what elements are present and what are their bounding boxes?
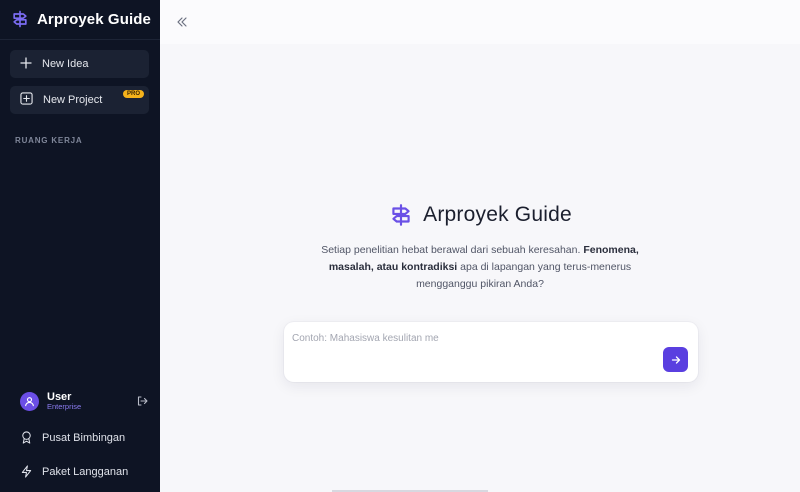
logout-icon[interactable] [136,394,148,406]
sidebar-divider [0,39,160,40]
hero: Arproyek Guide Setiap penelitian hebat b… [160,202,800,293]
hero-title: Arproyek Guide [423,203,572,226]
new-project-label: New Project [43,94,103,106]
plus-square-icon [20,92,33,108]
arrow-right-icon [671,355,680,364]
lightning-icon [20,465,33,478]
plus-icon [20,56,32,72]
send-button[interactable] [663,347,688,372]
sidebar-item-label: Pusat Bimbingan [42,431,126,444]
topbar [160,0,800,44]
hero-description: Setiap penelitian hebat berawal dari seb… [300,242,660,293]
idea-input[interactable] [292,330,652,346]
brand-title: Arproyek Guide [37,10,151,28]
user-profile[interactable]: User Enterprise [20,389,150,413]
new-idea-button[interactable]: New Idea [10,50,149,78]
user-info: User Enterprise [47,391,81,411]
award-icon [20,431,33,444]
idea-input-card [284,322,698,382]
signpost-icon [388,202,414,228]
brand[interactable]: Arproyek Guide [10,9,151,29]
hero-desc-part1: Setiap penelitian hebat berawal dari seb… [321,244,584,256]
avatar [20,391,39,411]
sidebar-item-pusat-bimbingan[interactable]: Pusat Bimbingan [20,431,125,444]
hero-brand: Arproyek Guide [388,202,572,228]
new-project-button[interactable]: New Project PRO [10,86,149,114]
workspace-section-label: RUANG KERJA [15,136,83,145]
collapse-sidebar-icon[interactable] [176,15,188,27]
sidebar: Arproyek Guide New Idea New Project PRO … [0,0,160,492]
sidebar-item-paket-langganan[interactable]: Paket Langganan [20,465,128,478]
user-plan: Enterprise [47,401,82,411]
pro-badge: PRO [122,90,144,98]
new-idea-label: New Idea [42,58,89,70]
sidebar-item-label: Paket Langganan [42,465,129,478]
signpost-icon [10,9,30,29]
main-content: Arproyek Guide Setiap penelitian hebat b… [160,0,800,492]
